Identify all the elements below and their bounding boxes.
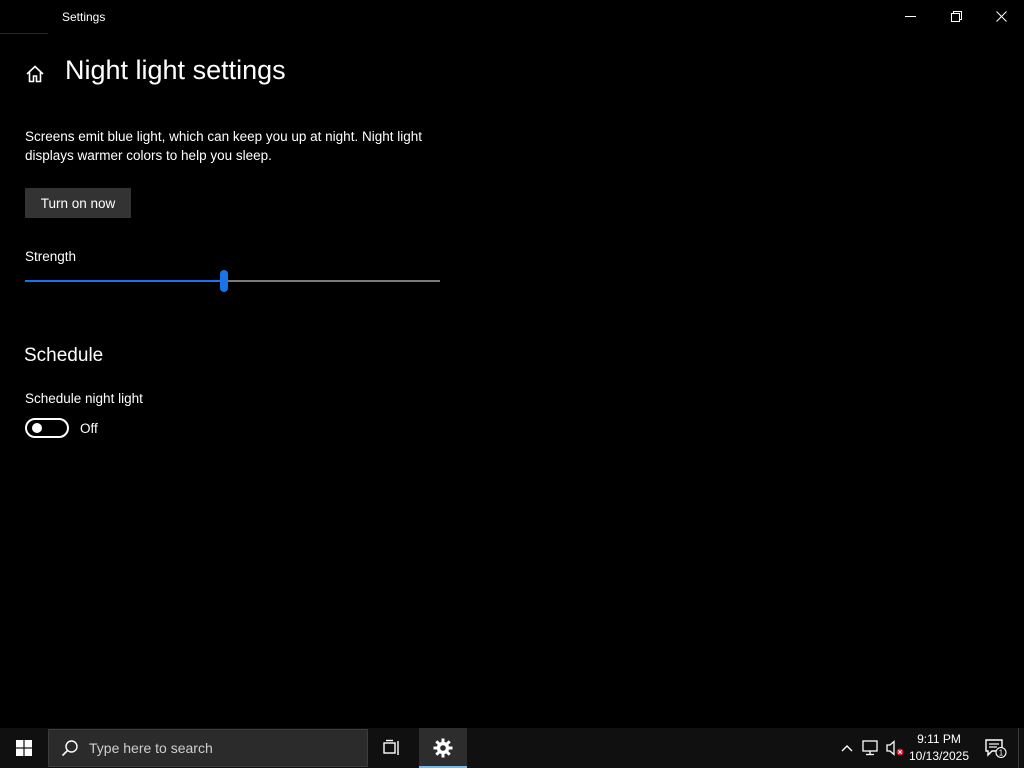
restore-button[interactable]: [933, 0, 979, 32]
network-tray-button[interactable]: [861, 738, 881, 758]
minimize-icon: [904, 15, 916, 17]
clock-date: 10/13/2025: [908, 749, 970, 763]
volume-tray-button[interactable]: [885, 738, 905, 758]
app-title: Settings: [62, 10, 106, 24]
toggle-knob: [32, 423, 42, 433]
task-view-button[interactable]: [368, 728, 416, 768]
slider-fill: [25, 280, 224, 282]
home-button[interactable]: [22, 60, 48, 88]
title-bar[interactable]: Settings: [0, 0, 1024, 34]
chevron-up-icon: [841, 745, 853, 752]
night-light-description: Screens emit blue light, which can keep …: [25, 129, 422, 163]
schedule-heading: Schedule: [24, 345, 104, 366]
action-center-button[interactable]: 1: [978, 728, 1012, 768]
strength-label: Strength: [25, 249, 77, 264]
close-icon: [995, 10, 1007, 22]
clock-time: 9:11 PM: [917, 732, 961, 746]
windows-logo-icon: [16, 740, 32, 756]
restore-icon: [950, 10, 962, 22]
settings-window: Settings Night light settings Screens em…: [0, 0, 1024, 728]
schedule-night-light-label: Schedule night light: [25, 391, 143, 406]
close-button[interactable]: [978, 0, 1024, 32]
show-desktop-button[interactable]: [1018, 728, 1024, 768]
toggle-state-label: Off: [80, 421, 98, 436]
gear-icon: [433, 738, 453, 758]
taskbar-settings-app[interactable]: [419, 728, 467, 768]
task-view-icon: [383, 739, 399, 755]
action-center-icon: 1: [985, 739, 1007, 759]
network-disconnected-icon: [862, 740, 878, 756]
slider-thumb[interactable]: [220, 270, 228, 292]
turn-on-now-button[interactable]: Turn on now: [25, 188, 131, 218]
notification-count: 1: [999, 749, 1004, 758]
schedule-toggle[interactable]: [25, 418, 69, 438]
home-icon: [26, 65, 44, 83]
strength-slider[interactable]: [25, 270, 440, 292]
volume-muted-icon: [886, 740, 904, 756]
search-icon: [61, 740, 78, 757]
title-accent-line: [0, 33, 48, 34]
start-button[interactable]: [0, 728, 48, 768]
minimize-button[interactable]: [887, 0, 933, 32]
page-title: Night light settings: [65, 55, 286, 85]
show-hidden-icons-button[interactable]: [837, 738, 857, 758]
taskbar: Type here to search 9:11 PM 10/13/2025 1: [0, 728, 1024, 768]
taskbar-clock[interactable]: 9:11 PM 10/13/2025: [904, 731, 974, 765]
taskbar-search-box[interactable]: Type here to search: [48, 729, 368, 767]
search-placeholder: Type here to search: [89, 740, 213, 756]
